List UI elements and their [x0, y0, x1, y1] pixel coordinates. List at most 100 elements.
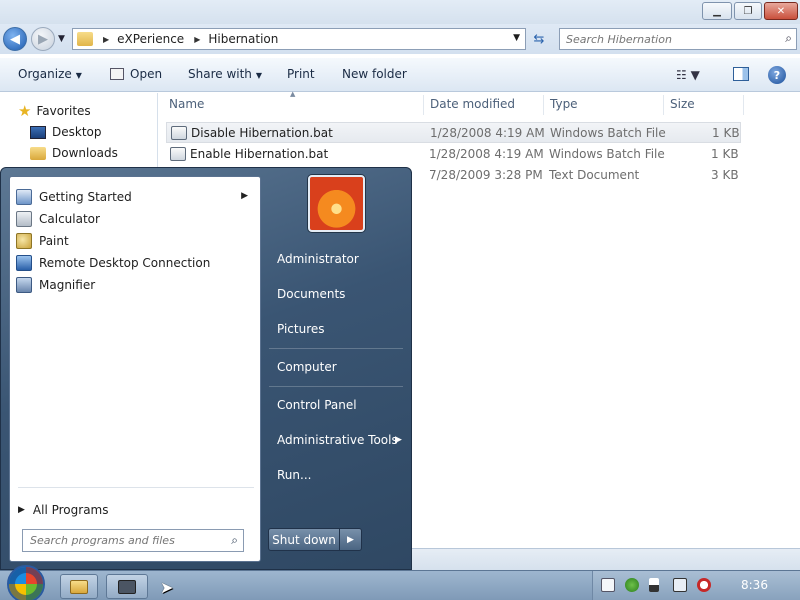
divider: [18, 487, 254, 488]
organize-button[interactable]: Organize ▼: [18, 67, 82, 81]
refresh-icon[interactable]: ⇆: [528, 29, 550, 49]
start-search-box[interactable]: ⌕: [22, 529, 244, 552]
file-date: 7/28/2009 3:28 PM: [429, 167, 543, 182]
file-size: 1 KB: [711, 146, 739, 161]
back-button[interactable]: ◀: [3, 27, 27, 51]
shut-down-options-button[interactable]: ▶: [340, 528, 362, 551]
change-view-icon[interactable]: ☷ ▼: [676, 68, 700, 82]
column-header-name[interactable]: Name: [169, 97, 204, 111]
star-icon: ★: [18, 102, 32, 120]
file-date: 1/28/2008 4:19 AM: [430, 125, 545, 140]
start-link-documents[interactable]: Documents: [277, 287, 345, 301]
start-button[interactable]: [7, 565, 45, 600]
command-bar: Organize ▼ Open Share with ▼ Print New fol…: [0, 58, 800, 92]
taskbar-command-prompt-button[interactable]: [106, 574, 148, 599]
file-row[interactable]: Disable Hibernation.bat 1/28/2008 4:19 A…: [166, 122, 741, 143]
file-type: Windows Batch File: [550, 125, 666, 140]
title-bar: ▁ ❐ ✕: [0, 0, 800, 24]
document-icon[interactable]: [601, 578, 615, 592]
start-search-input[interactable]: [30, 530, 215, 551]
all-programs-button[interactable]: ▶ All Programs: [18, 499, 109, 521]
action-center-flag-icon[interactable]: [649, 578, 659, 592]
file-row[interactable]: Enable Hibernation.bat 1/28/2008 4:19 AM…: [166, 143, 741, 164]
search-icon[interactable]: ⌕: [231, 533, 238, 548]
getting-started-icon: [16, 189, 32, 205]
mouse-cursor-icon: ➤: [160, 578, 174, 597]
breadcrumb-chevron-icon[interactable]: ▶: [194, 35, 200, 44]
search-box[interactable]: ⌕: [559, 28, 797, 50]
search-icon[interactable]: ⌕: [785, 31, 792, 46]
taskbar: 8:36: [0, 565, 800, 600]
help-icon[interactable]: ?: [768, 66, 786, 84]
address-bar[interactable]: ▶ eXPerience ▶ Hibernation ▼: [72, 28, 526, 50]
search-input[interactable]: [566, 29, 766, 49]
open-icon: [110, 68, 124, 80]
preview-pane-icon[interactable]: [733, 67, 749, 81]
start-link-run[interactable]: Run...: [277, 468, 311, 482]
address-dropdown-icon[interactable]: ▼: [513, 33, 520, 43]
network-icon[interactable]: [673, 578, 687, 592]
new-folder-button[interactable]: New folder: [342, 67, 407, 81]
start-link-pictures[interactable]: Pictures: [277, 322, 325, 336]
security-shield-icon[interactable]: [625, 578, 639, 592]
start-link-computer[interactable]: Computer: [277, 360, 337, 374]
all-programs-label: All Programs: [32, 503, 109, 517]
program-getting-started[interactable]: Getting Started ▶: [14, 186, 258, 208]
program-paint[interactable]: Paint: [14, 230, 258, 252]
share-with-button[interactable]: Share with ▼: [188, 67, 262, 81]
clock[interactable]: 8:36: [741, 578, 768, 592]
start-link-control-panel[interactable]: Control Panel: [277, 398, 357, 412]
print-button[interactable]: Print: [287, 67, 315, 81]
submenu-arrow-icon: ▶: [241, 191, 248, 201]
column-divider[interactable]: [663, 95, 664, 115]
minimize-button[interactable]: ▁: [702, 2, 732, 20]
triangle-right-icon: ▶: [18, 505, 25, 515]
nav-favorites[interactable]: ★ Favorites: [18, 101, 91, 121]
program-remote-desktop[interactable]: Remote Desktop Connection: [14, 252, 258, 274]
program-calculator[interactable]: Calculator: [14, 208, 258, 230]
explorer-icon: [70, 579, 88, 594]
start-menu: Getting Started ▶ Calculator Paint Remote…: [0, 167, 412, 570]
submenu-arrow-icon: ▶: [395, 435, 402, 445]
paint-icon: [16, 233, 32, 249]
breadcrumb-chevron-icon[interactable]: ▶: [103, 35, 109, 44]
desktop-icon: [30, 125, 46, 139]
maximize-button[interactable]: ❐: [734, 2, 762, 20]
column-divider[interactable]: [543, 95, 544, 115]
user-picture[interactable]: [308, 175, 365, 232]
forward-button[interactable]: ▶: [31, 27, 55, 51]
nav-downloads[interactable]: Downloads: [30, 143, 118, 163]
column-header-type[interactable]: Type: [550, 97, 578, 111]
recent-pages-dropdown[interactable]: ▼: [58, 34, 65, 44]
open-button[interactable]: Open: [110, 67, 162, 81]
breadcrumb-item[interactable]: Hibernation: [208, 32, 278, 46]
start-link-user[interactable]: Administrator: [277, 252, 359, 266]
program-magnifier[interactable]: Magnifier: [14, 274, 258, 296]
close-button[interactable]: ✕: [764, 2, 798, 20]
column-header-date[interactable]: Date modified: [430, 97, 515, 111]
nav-downloads-label: Downloads: [52, 146, 118, 160]
nav-desktop[interactable]: Desktop: [30, 122, 102, 142]
command-prompt-icon: [118, 579, 136, 594]
start-link-administrative-tools[interactable]: Administrative Tools: [277, 433, 398, 447]
volume-muted-icon[interactable]: [697, 578, 711, 592]
batch-file-icon: [171, 125, 187, 140]
column-divider[interactable]: [423, 95, 424, 115]
file-name: Disable Hibernation.bat: [191, 125, 333, 140]
breadcrumb-item[interactable]: eXPerience: [117, 32, 184, 46]
taskbar-explorer-button[interactable]: [60, 574, 98, 599]
remote-desktop-icon: [16, 255, 32, 271]
magnifier-icon: [16, 277, 32, 293]
column-divider[interactable]: [743, 95, 744, 115]
folder-icon: [77, 32, 93, 46]
program-label: Magnifier: [39, 278, 96, 292]
shut-down-button[interactable]: Shut down: [268, 528, 340, 551]
start-menu-programs-pane: Getting Started ▶ Calculator Paint Remote…: [9, 176, 261, 562]
notification-area: 8:36: [592, 571, 800, 600]
downloads-folder-icon: [30, 146, 46, 160]
chevron-down-icon: ▼: [75, 71, 82, 80]
organize-label: Organize: [18, 67, 72, 81]
column-header-size[interactable]: Size: [670, 97, 695, 111]
calculator-icon: [16, 211, 32, 227]
chevron-down-icon: ▼: [255, 71, 263, 80]
